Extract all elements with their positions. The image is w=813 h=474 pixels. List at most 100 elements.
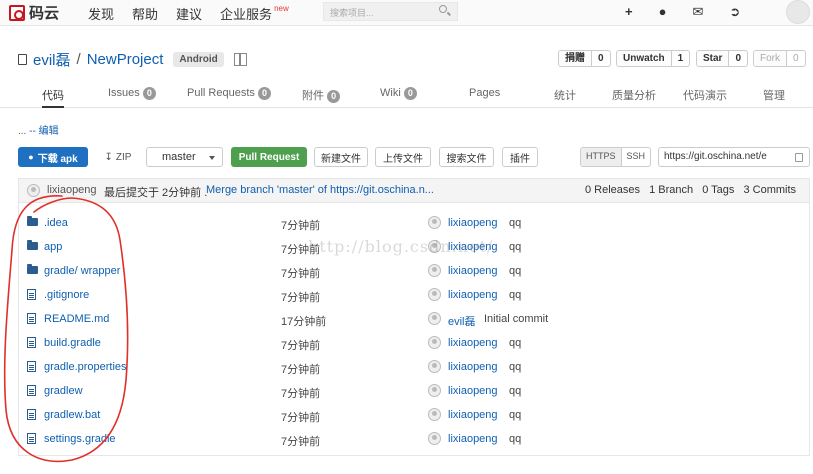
- clone-url-input[interactable]: https://git.oschina.net/e: [658, 147, 810, 167]
- user-icon[interactable]: ●: [659, 4, 667, 20]
- project-header: evil磊 / NewProject Android: [18, 49, 247, 70]
- project-name[interactable]: NewProject: [87, 51, 164, 68]
- search-input[interactable]: 搜索项目...: [323, 2, 458, 21]
- top-nav: 发现 帮助 建议 企业服务 new: [88, 4, 289, 23]
- file-time: 7分钟前: [281, 220, 321, 232]
- mail-icon[interactable]: ✉: [692, 4, 703, 20]
- gift-icon[interactable]: [233, 53, 247, 66]
- file-commit-msg[interactable]: qq: [509, 385, 521, 397]
- https-toggle[interactable]: HTTPS: [581, 148, 622, 166]
- fork-button[interactable]: Fork 0: [753, 50, 806, 67]
- donate-button[interactable]: 捐赠 0: [558, 50, 611, 67]
- branch-select[interactable]: master: [146, 147, 223, 167]
- file-time: 7分钟前: [281, 412, 321, 424]
- repo-icon: [18, 54, 27, 65]
- zip-button[interactable]: ↧ ZIP: [96, 147, 140, 167]
- download-apk-label: 下载 apk: [37, 153, 78, 165]
- search-icon[interactable]: [439, 5, 447, 13]
- file-time: 7分钟前: [281, 340, 321, 352]
- tab-issues-label: Issues: [108, 87, 140, 99]
- file-user[interactable]: lixiaopeng: [448, 361, 498, 373]
- unwatch-label: Unwatch: [617, 51, 671, 66]
- tab-issues[interactable]: Issues 0: [108, 87, 156, 100]
- top-icons: + ● ✉ ➲: [625, 4, 740, 20]
- star-label: Star: [697, 51, 729, 66]
- tab-pull-requests[interactable]: Pull Requests 0: [187, 87, 271, 100]
- nav-enterprise-label: 企业服务: [220, 7, 273, 22]
- plugins-button[interactable]: 插件: [502, 147, 538, 167]
- file-commit-msg[interactable]: qq: [509, 265, 521, 277]
- file-commit-msg[interactable]: qq: [509, 409, 521, 421]
- branches-link[interactable]: 1 Branch: [649, 184, 693, 196]
- user-avatar-icon: [428, 384, 441, 397]
- user-avatar[interactable]: [786, 0, 810, 24]
- android-icon: ●: [28, 152, 34, 162]
- project-separator: /: [76, 51, 81, 68]
- releases-link[interactable]: 0 Releases: [585, 184, 640, 196]
- logo[interactable]: 码云: [9, 2, 59, 23]
- tab-pages[interactable]: Pages: [469, 87, 500, 99]
- download-apk-button[interactable]: ● 下载 apk: [18, 147, 88, 167]
- ssh-toggle[interactable]: SSH: [622, 148, 651, 166]
- file-time: 17分钟前: [281, 316, 327, 328]
- file-user[interactable]: lixiaopeng: [448, 433, 498, 445]
- tab-manage[interactable]: 管理: [763, 87, 785, 103]
- file-user[interactable]: lixiaopeng: [448, 241, 498, 253]
- file-commit-msg[interactable]: qq: [509, 337, 521, 349]
- user-avatar-icon: [428, 264, 441, 277]
- nav-discover[interactable]: 发现: [88, 4, 114, 23]
- file-commit-msg[interactable]: qq: [509, 433, 521, 445]
- tab-code[interactable]: 代码: [42, 87, 64, 108]
- star-button[interactable]: Star 0: [696, 50, 749, 67]
- wiki-badge: 0: [403, 87, 417, 100]
- edit-link[interactable]: -- 编辑: [29, 126, 58, 137]
- upload-file-button[interactable]: 上传文件: [375, 147, 431, 167]
- new-badge: new: [274, 4, 289, 13]
- user-avatar-icon: [428, 312, 441, 325]
- download-icon: ↧: [104, 151, 113, 163]
- file-user[interactable]: lixiaopeng: [448, 385, 498, 397]
- new-file-button[interactable]: 新建文件: [314, 147, 368, 167]
- copy-icon[interactable]: [795, 153, 803, 162]
- tags-link[interactable]: 0 Tags: [702, 184, 734, 196]
- file-commit-msg[interactable]: Initial commit: [484, 313, 548, 325]
- nav-help[interactable]: 帮助: [132, 4, 158, 23]
- file-user[interactable]: evil磊: [448, 313, 476, 329]
- nav-enterprise[interactable]: 企业服务 new: [220, 4, 289, 23]
- file-commit-msg[interactable]: qq: [509, 289, 521, 301]
- file-commit-msg[interactable]: qq: [509, 241, 521, 253]
- file-time: 7分钟前: [281, 244, 321, 256]
- file-user[interactable]: lixiaopeng: [448, 289, 498, 301]
- unwatch-button[interactable]: Unwatch 1: [616, 50, 691, 67]
- file-time: 7分钟前: [281, 268, 321, 280]
- commit-message[interactable]: Merge branch 'master' of https://git.osc…: [206, 184, 434, 196]
- pull-request-button[interactable]: Pull Request: [231, 147, 307, 167]
- file-user[interactable]: lixiaopeng: [448, 337, 498, 349]
- tab-attachments[interactable]: 附件 0: [302, 87, 341, 103]
- clone-protocol-toggle: HTTPS SSH: [580, 147, 652, 167]
- breadcrumb-dots: ...: [18, 126, 27, 137]
- tab-stats[interactable]: 统计: [554, 87, 576, 103]
- star-count: 0: [728, 51, 747, 66]
- tab-quality[interactable]: 质量分析: [612, 87, 656, 103]
- donate-label: 捐赠: [559, 51, 591, 66]
- file-commit-msg[interactable]: qq: [509, 217, 521, 229]
- tab-wiki[interactable]: Wiki 0: [380, 87, 417, 100]
- file-user[interactable]: lixiaopeng: [448, 217, 498, 229]
- project-owner[interactable]: evil磊: [33, 49, 71, 70]
- file-commit-msg[interactable]: qq: [509, 361, 521, 373]
- commits-link[interactable]: 3 Commits: [743, 184, 796, 196]
- logout-icon[interactable]: ➲: [729, 4, 740, 20]
- nav-suggest[interactable]: 建议: [176, 4, 202, 23]
- plus-icon[interactable]: +: [625, 4, 633, 20]
- logo-text: 码云: [29, 5, 60, 22]
- file-user[interactable]: lixiaopeng: [448, 265, 498, 277]
- zip-label: ZIP: [115, 151, 132, 163]
- file-time: 7分钟前: [281, 388, 321, 400]
- file-user[interactable]: lixiaopeng: [448, 409, 498, 421]
- user-avatar-icon: [428, 216, 441, 229]
- tab-demo[interactable]: 代码演示: [683, 87, 727, 103]
- unwatch-count: 1: [670, 51, 690, 66]
- search-file-button[interactable]: 搜索文件: [439, 147, 494, 167]
- branch-name: master: [162, 151, 196, 163]
